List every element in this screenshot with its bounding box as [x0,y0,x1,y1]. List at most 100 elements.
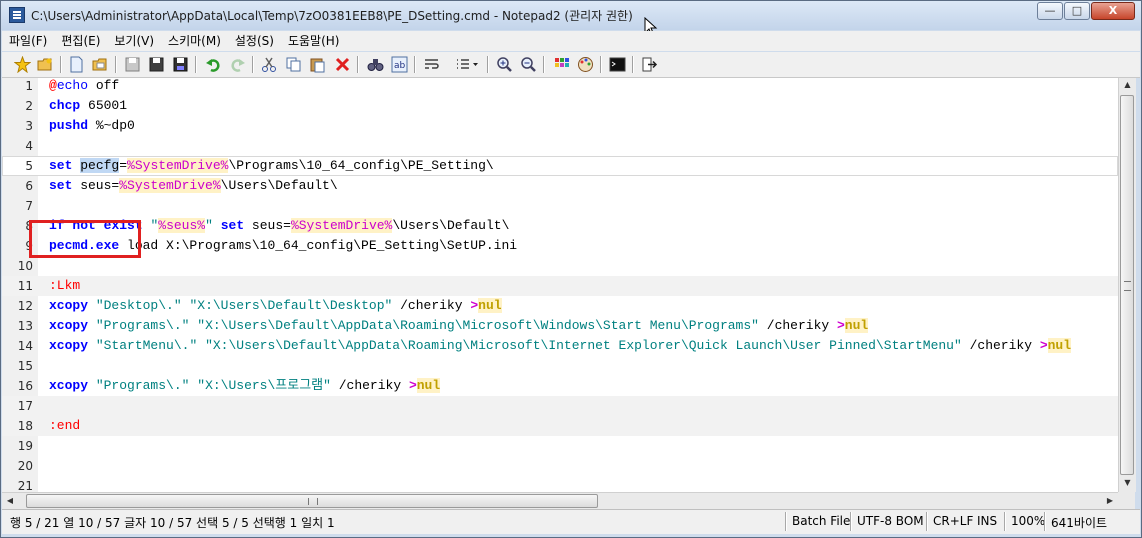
code-editor[interactable]: 1 @echo off 2 chcp 65001 3 pushd %~dp0 4 5 set p… [2,78,1118,492]
new-doc-icon[interactable] [68,56,85,73]
line-number: 20 [17,459,33,473]
code-line[interactable]: 3 pushd %~dp0 [2,116,1118,136]
annotation-highlight-box [29,220,141,258]
menu-edit[interactable]: 편집(E) [54,31,107,51]
code-text[interactable]: :Lkm [49,276,80,296]
redo-icon[interactable] [229,56,246,73]
status-encoding[interactable]: UTF-8 BOM [857,514,924,528]
code-line[interactable]: 7 [2,196,1118,216]
zoom-in-icon[interactable] [496,56,513,73]
status-separator [1044,512,1045,531]
scheme-icon[interactable] [553,56,570,73]
save-icon[interactable] [148,56,165,73]
code-line[interactable]: 10 [2,256,1118,276]
horizontal-scroll-thumb[interactable] [26,494,598,508]
scroll-left-arrow-icon[interactable]: ◀ [4,496,16,505]
line-number: 11 [17,279,33,293]
menu-help[interactable]: 도움말(H) [281,31,347,51]
toolbar-separator [414,56,415,73]
open-folder-icon[interactable] [37,56,54,73]
notepad-app-icon[interactable] [9,7,25,23]
code-line[interactable]: 13 xcopy "Programs\." "X:\Users\Default\A… [2,316,1118,336]
copy-icon[interactable] [285,56,302,73]
menu-settings[interactable]: 설정(S) [228,31,281,51]
code-line[interactable]: 21 [2,476,1118,492]
cut-icon[interactable] [261,56,278,73]
code-text[interactable]: xcopy "StartMenu\." "X:\Users\Default\Ap… [49,336,1072,356]
menu-scheme[interactable]: 스키마(M) [161,31,228,51]
delete-icon[interactable] [334,56,351,73]
code-line[interactable]: 18:end [2,416,1118,436]
scroll-up-arrow-icon[interactable]: ▲ [1119,80,1136,89]
toolbar-separator [357,56,358,73]
exit-icon[interactable] [641,56,658,73]
code-line[interactable]: 12 xcopy "Desktop\." "X:\Users\Default\De… [2,296,1118,316]
save-disk-icon[interactable] [124,56,141,73]
line-number: 17 [17,399,33,413]
status-mode[interactable]: INS [977,514,997,528]
code-line[interactable]: 5 set pecfg=%SystemDrive%\Programs\10_64_… [2,156,1118,176]
code-text[interactable]: xcopy "Desktop\." "X:\Users\Default\Desk… [49,296,502,316]
code-text[interactable]: chcp 65001 [49,96,127,116]
code-line[interactable]: 2 chcp 65001 [2,96,1118,116]
open-doc-icon[interactable] [92,56,109,73]
code-line[interactable]: 6 set seus=%SystemDrive%\Users\Default\ [2,176,1118,196]
code-line[interactable]: 15 [2,356,1118,376]
scroll-down-arrow-icon[interactable]: ▼ [1119,478,1136,487]
menu-view[interactable]: 보기(V) [107,31,161,51]
undo-icon[interactable] [205,56,222,73]
find-icon[interactable] [367,56,384,73]
code-line[interactable]: 4 [2,136,1118,156]
console-icon[interactable] [609,56,626,73]
code-line[interactable]: 1 @echo off [2,78,1118,96]
color-icon[interactable] [577,56,594,73]
line-number: 10 [17,259,33,273]
code-line[interactable]: 19 [2,436,1118,456]
new-file-icon[interactable] [14,56,31,73]
vertical-scroll-thumb[interactable] [1120,95,1134,475]
code-line[interactable]: 16 xcopy "Programs\." "X:\Users\프로그램" /ch… [2,376,1118,396]
toolbar: ab [2,52,1140,78]
code-text[interactable]: set pecfg=%SystemDrive%\Programs\10_64_c… [49,156,494,176]
title-bar[interactable]: C:\Users\Administrator\AppData\Local\Tem… [1,1,1141,30]
list-icon[interactable] [455,56,479,73]
status-zoom[interactable]: 100% [1011,514,1045,528]
code-line[interactable]: 8 if not exist "%seus%" set seus=%SystemD… [2,216,1118,236]
save-as-icon[interactable] [172,56,189,73]
code-text[interactable]: set seus=%SystemDrive%\Users\Default\ [49,176,338,196]
code-text[interactable]: xcopy "Programs\." "X:\Users\프로그램" /cher… [49,376,441,396]
status-separator [926,512,927,531]
status-separator [850,512,851,531]
menu-file[interactable]: 파일(F) [2,31,54,51]
maximize-button[interactable]: □ [1064,2,1090,20]
code-text[interactable]: pushd %~dp0 [49,116,135,136]
code-text[interactable]: xcopy "Programs\." "X:\Users\Default\App… [49,316,869,336]
horizontal-scrollbar[interactable]: ◀ ▶ [2,492,1118,510]
scroll-right-arrow-icon[interactable]: ▶ [1104,496,1116,505]
close-button[interactable]: X [1091,2,1135,20]
line-number: 5 [25,159,33,173]
status-size: 641바이트 [1051,516,1108,530]
zoom-out-icon[interactable] [520,56,537,73]
selected-text[interactable]: pecfg [80,158,120,173]
wrap-icon[interactable] [423,56,440,73]
toolbar-separator [252,56,253,73]
replace-icon[interactable]: ab [391,56,408,73]
code-line[interactable]: 11 :Lkm [2,276,1118,296]
code-text[interactable]: :end [49,416,80,436]
notepad2-window: C:\Users\Administrator\AppData\Local\Tem… [0,0,1142,538]
toolbar-separator [632,56,633,73]
code-line[interactable]: 20 [2,456,1118,476]
toolbar-separator [195,56,196,73]
paste-icon[interactable] [309,56,326,73]
status-filetype[interactable]: Batch File [792,514,850,528]
status-separator [785,512,786,531]
minimize-button[interactable]: — [1037,2,1063,20]
code-line[interactable]: 17 [2,396,1118,416]
code-line[interactable]: 14 xcopy "StartMenu\." "X:\Users\Default\… [2,336,1118,356]
status-eol[interactable]: CR+LF [933,514,973,528]
window-title: C:\Users\Administrator\AppData\Local\Tem… [31,9,633,23]
vertical-scrollbar[interactable]: ▲ ▼ [1118,78,1136,492]
code-text[interactable]: @echo off [49,78,119,96]
code-line[interactable]: 9 pecmd.exe load X:\Programs\10_64_config… [2,236,1118,256]
